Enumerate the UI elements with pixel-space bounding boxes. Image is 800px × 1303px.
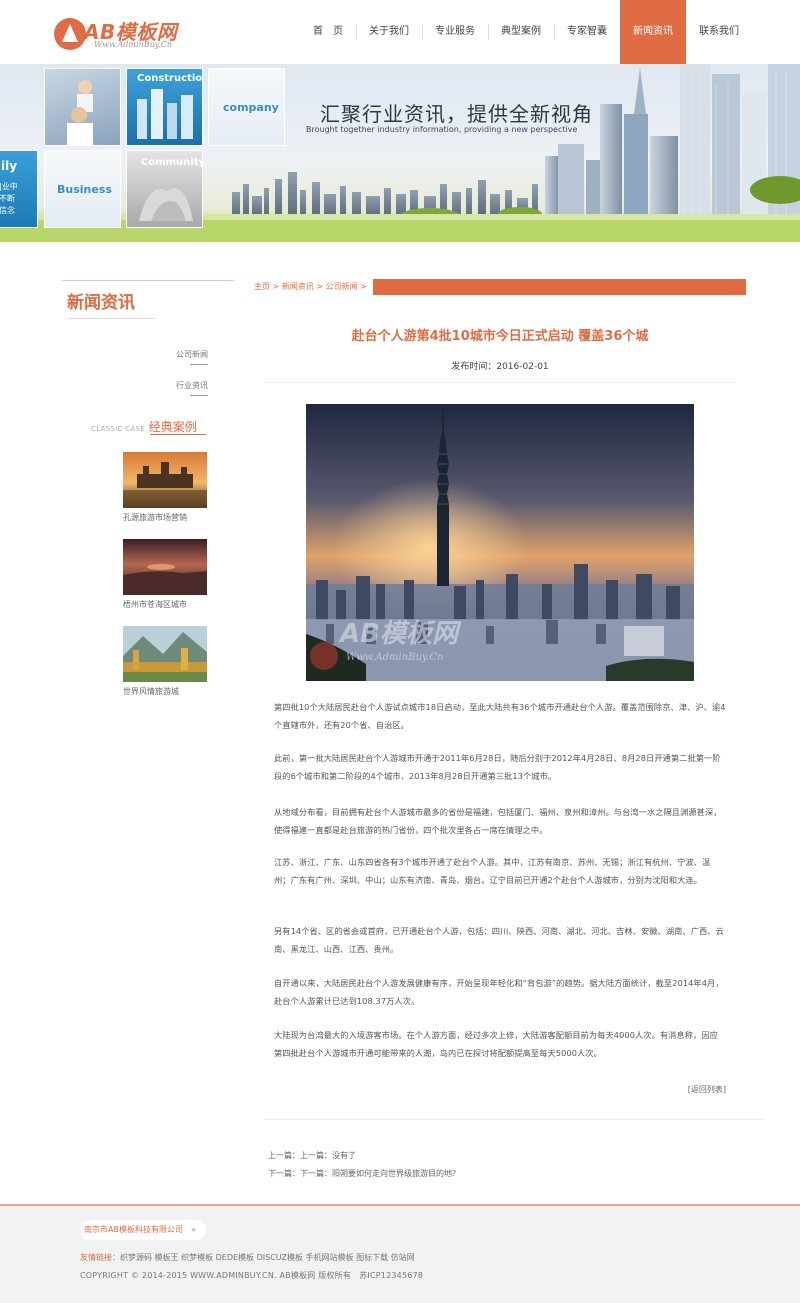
tile-label-edge: ily (1, 159, 18, 173)
friend-links-list[interactable]: 织梦源码 模板王 织梦模板 DEDE模板 DISCUZ模板 手机网站模板 图标下… (120, 1253, 415, 1262)
prev-article-link[interactable]: 上一篇：上一篇：没有了 (268, 1150, 356, 1161)
article-photo-taipei101: AB模板网 Www.AdminBuy.Cn (306, 404, 694, 681)
tile-edge-text-2: 不断 (0, 194, 15, 203)
article-date: 发布时间：2016-02-01 (451, 362, 549, 372)
tile-label-construction: Construction (137, 73, 203, 84)
case-heading-underline (150, 434, 206, 435)
tile-edge-left: ily |业中 不断 信念 (0, 150, 38, 228)
case-caption[interactable]: 孔源旅游市场营销 (123, 512, 207, 523)
site-footer: 南京市AB模板科技有限公司 » 友情链接：织梦源码 模板王 织梦模板 DEDE模… (0, 1204, 800, 1303)
case-item[interactable]: 孔源旅游市场营销 (123, 452, 207, 523)
case-thumbnail-mountain[interactable] (123, 626, 207, 682)
article-title: 赴台个人游第4批10城市今日正式启动 覆盖36个城 (351, 329, 649, 344)
article-paragraph: 另有14个省、区的省会或首府，已开通赴台个人游，包括：四川、陕西、河南、湖北、河… (274, 926, 724, 954)
nav-item-contact[interactable]: 联系我们 (686, 0, 752, 64)
breadcrumb: 主页 > 新闻资讯 > 公司新闻 > (254, 279, 746, 295)
tile-construction: Construction (126, 68, 203, 146)
sidebar-title: 新闻资讯 (67, 293, 135, 313)
tile-company: company (208, 68, 285, 146)
article-paragraph: 江苏、浙江、广东、山东四省各有3个城市开通了赴台个人游。其中，江苏有南京、苏州、… (274, 857, 711, 885)
main-nav: 首 页 关于我们 专业服务 典型案例 专家智囊 新闻资讯 联系我们 (300, 0, 752, 64)
nav-item-home[interactable]: 首 页 (300, 0, 356, 64)
tile-family-photo (44, 68, 121, 146)
article-paragraph: 从地域分布看，目前拥有赴台个人游城市最多的省份是福建，包括厦门、福州、泉州和漳州… (274, 807, 722, 835)
logo-subtitle: Www.AdminBuy.Cn (94, 40, 173, 49)
tile-label-community: Community (141, 157, 203, 168)
logo-mark-icon (54, 18, 86, 50)
sidebar-divider (62, 280, 234, 281)
company-name-badge[interactable]: 南京市AB模板科技有限公司 » (80, 1220, 206, 1240)
site-logo[interactable]: AB模板网 Www.AdminBuy.Cn (54, 16, 194, 52)
article-paragraph: 此前，第一批大陆居民赴台个人游城市开通于2011年6月28日，随后分别于2012… (274, 753, 721, 781)
prevnext-divider (264, 1119, 764, 1120)
nav-item-services[interactable]: 专业服务 (422, 0, 488, 64)
watermark-subtext: Www.AdminBuy.Cn (346, 652, 444, 663)
case-heading: CLASSIC CASE 经典案例 (91, 418, 197, 435)
nav-item-cases[interactable]: 典型案例 (488, 0, 554, 64)
article-paragraph: 自开通以来，大陆居民赴台个人游发展健康有序，开始呈现年轻化和“背包游”的趋势。据… (274, 978, 724, 1006)
nav-item-about[interactable]: 关于我们 (356, 0, 422, 64)
tile-label-company: company (223, 101, 279, 114)
sidebar-link-underline (190, 395, 208, 396)
case-caption[interactable]: 梧州市苍海区城市 (123, 599, 207, 610)
friend-links: 友情链接：织梦源码 模板王 织梦模板 DEDE模板 DISCUZ模板 手机网站模… (80, 1252, 415, 1263)
friend-links-label: 友情链接： (80, 1253, 120, 1262)
nav-item-experts[interactable]: 专家智囊 (554, 0, 620, 64)
watermark-text: AB模板网 (338, 619, 462, 649)
tile-edge-text-3: 信念 (0, 206, 15, 215)
family-photo-graphic (67, 80, 93, 145)
case-heading-en: CLASSIC CASE (91, 425, 145, 433)
sidebar-link-company-news[interactable]: 公司新闻 (176, 349, 208, 360)
nav-item-news[interactable]: 新闻资讯 (620, 0, 686, 64)
back-to-list-link[interactable]: [返回列表] (688, 1084, 726, 1095)
article-divider (264, 382, 736, 383)
site-header: AB模板网 Www.AdminBuy.Cn 首 页 关于我们 专业服务 典型案例… (0, 0, 800, 64)
case-thumbnail-lake[interactable] (123, 539, 207, 595)
sidebar-link-underline (190, 364, 208, 365)
case-thumbnail-castle[interactable] (123, 452, 207, 508)
case-item[interactable]: 世界风情旅游城 (123, 626, 207, 697)
copyright-text: COPYRIGHT © 2014-2015 WWW.ADMINBUY.CN. A… (80, 1271, 424, 1280)
case-heading-cn: 经典案例 (148, 420, 197, 434)
sidebar-link-industry-news[interactable]: 行业资讯 (176, 380, 208, 391)
tile-community: Community (126, 150, 203, 228)
case-caption[interactable]: 世界风情旅游城 (123, 686, 207, 697)
banner-slogan: 汇聚行业资讯，提供全新视角 (320, 102, 593, 126)
hero-banner: Construction company ily |业中 不断 信念 Busin… (0, 64, 800, 242)
article-paragraph: 第四批10个大陆居民赴台个人游试点城市18日启动，至此大陆共有36个城市开通赴台… (274, 702, 726, 730)
sidebar-title-underline (67, 318, 155, 319)
banner-subtitle: Brought together industry information, p… (306, 125, 578, 134)
article-paragraph: 大陆现为台湾最大的入境游客市场。在个人游方面，经过多次上修，大陆游客配额目前为每… (274, 1030, 718, 1058)
tile-business: Business (44, 150, 121, 228)
breadcrumb-text[interactable]: 主页 > 新闻资讯 > 公司新闻 > (254, 279, 373, 295)
next-article-link[interactable]: 下一篇：下一篇：阳朔要如何走向世界级旅游目的地？ (268, 1168, 460, 1179)
tile-edge-text-1: |业中 (0, 182, 18, 191)
case-item[interactable]: 梧州市苍海区城市 (123, 539, 207, 610)
tile-label-business: Business (57, 183, 112, 196)
